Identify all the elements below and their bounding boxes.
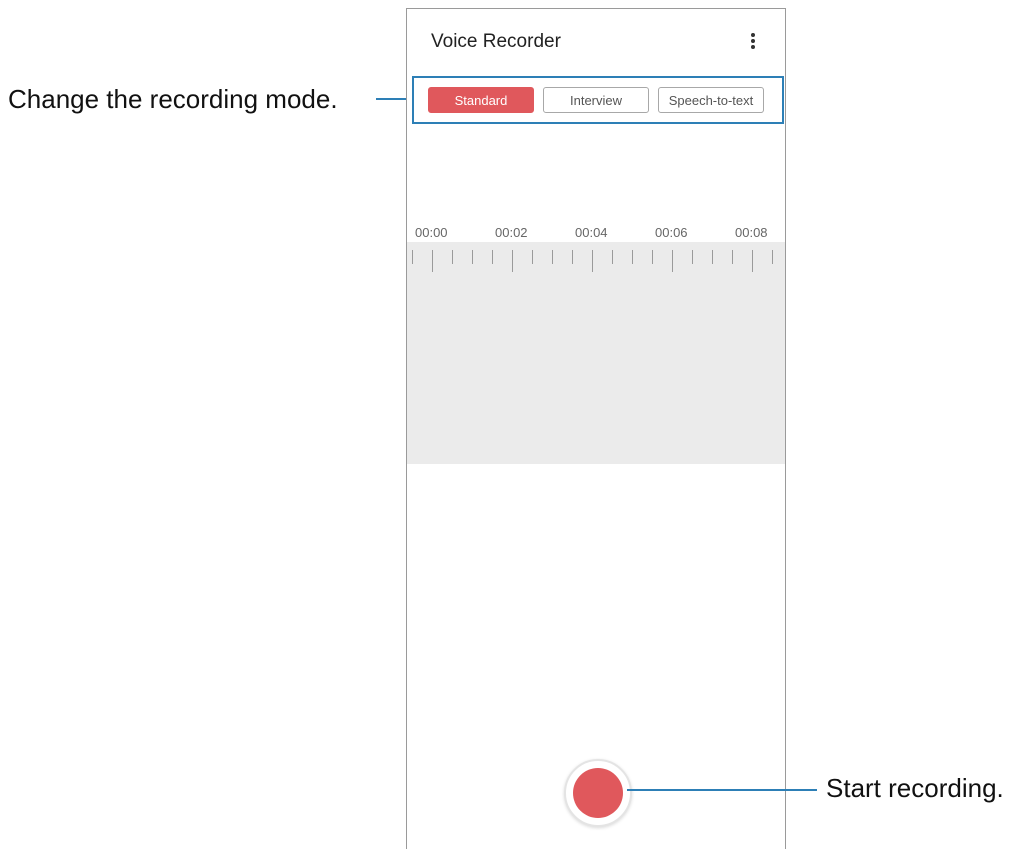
app-title: Voice Recorder bbox=[431, 31, 561, 52]
record-button[interactable] bbox=[564, 759, 632, 827]
more-options-icon[interactable] bbox=[747, 31, 759, 53]
waveform-area bbox=[407, 242, 785, 464]
ruler-tick bbox=[512, 250, 513, 272]
phone-screen: Voice Recorder Standard Interview Speech… bbox=[406, 8, 786, 849]
ruler-tick bbox=[672, 250, 673, 272]
ruler-tick bbox=[472, 250, 473, 264]
mode-speech-to-text-button[interactable]: Speech-to-text bbox=[658, 87, 764, 113]
ruler-tick bbox=[432, 250, 433, 272]
timeline-label: 00:08 bbox=[735, 225, 768, 240]
ruler-tick bbox=[772, 250, 773, 264]
ruler-tick bbox=[652, 250, 653, 264]
ruler-tick bbox=[692, 250, 693, 264]
timeline-label: 00:04 bbox=[575, 225, 608, 240]
mode-standard-button[interactable]: Standard bbox=[428, 87, 534, 113]
record-icon bbox=[573, 768, 623, 818]
ruler-tick bbox=[612, 250, 613, 264]
ruler-tick bbox=[732, 250, 733, 264]
ruler-tick bbox=[752, 250, 753, 272]
callout-change-mode: Change the recording mode. bbox=[8, 84, 338, 114]
timeline-ruler bbox=[407, 242, 785, 272]
ruler-tick bbox=[452, 250, 453, 264]
ruler-tick bbox=[592, 250, 593, 272]
ruler-tick bbox=[532, 250, 533, 264]
timeline-label: 00:00 bbox=[415, 225, 448, 240]
mode-interview-button[interactable]: Interview bbox=[543, 87, 649, 113]
callout-leader-mode bbox=[376, 98, 408, 100]
ruler-tick bbox=[712, 250, 713, 264]
ruler-tick bbox=[412, 250, 413, 264]
timeline-label: 00:06 bbox=[655, 225, 688, 240]
callout-leader-record bbox=[627, 789, 817, 791]
callout-start-recording: Start recording. bbox=[826, 773, 1004, 803]
ruler-tick bbox=[552, 250, 553, 264]
ruler-tick bbox=[632, 250, 633, 264]
recording-mode-selector: Standard Interview Speech-to-text bbox=[412, 76, 784, 124]
timeline-label: 00:02 bbox=[495, 225, 528, 240]
ruler-tick bbox=[572, 250, 573, 264]
ruler-tick bbox=[492, 250, 493, 264]
